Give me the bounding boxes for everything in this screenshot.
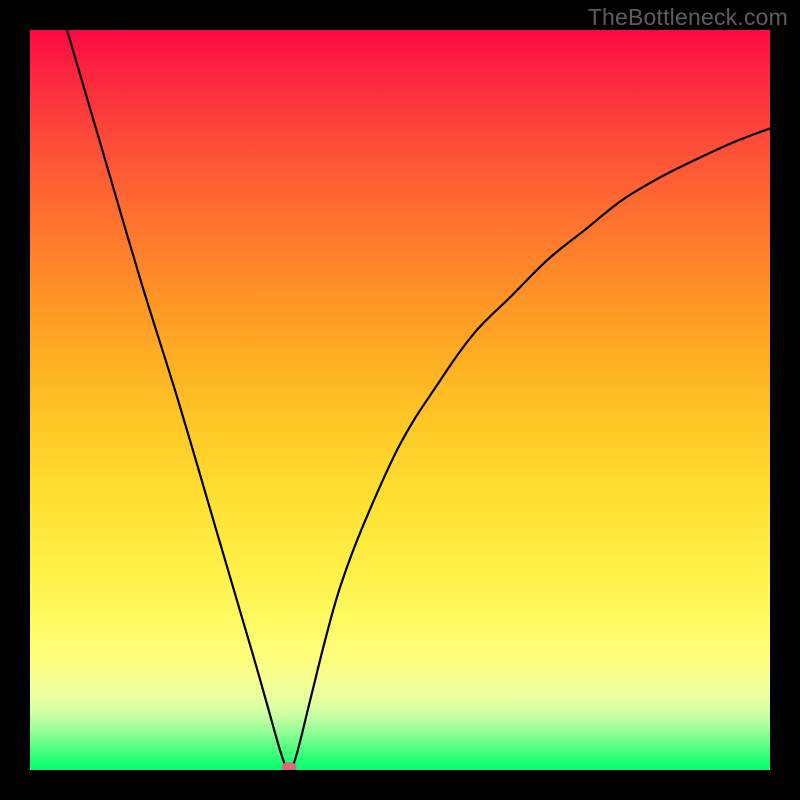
chart-frame: TheBottleneck.com: [0, 0, 800, 800]
bottleneck-curve: [30, 30, 770, 770]
plot-area: [30, 30, 770, 770]
watermark-text: TheBottleneck.com: [588, 4, 788, 31]
optimum-marker: [282, 762, 297, 770]
